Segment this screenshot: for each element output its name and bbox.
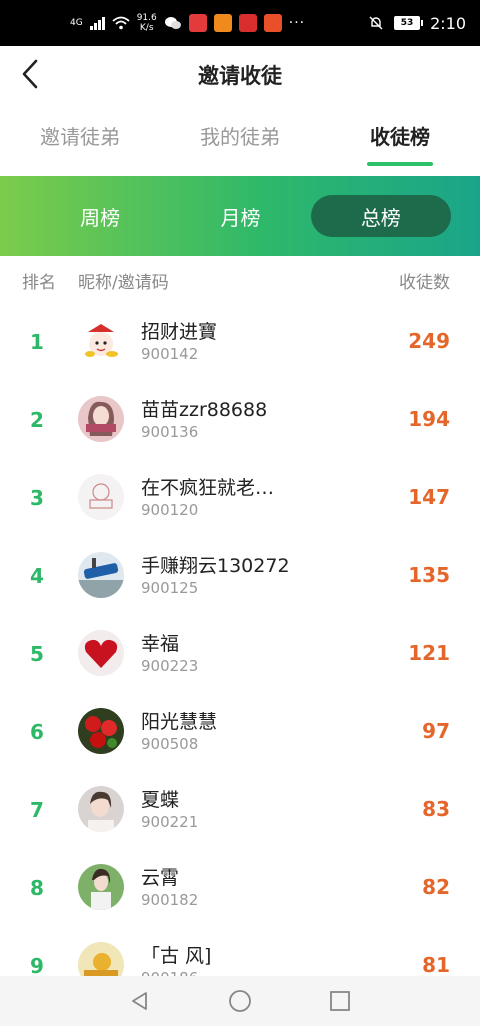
invite-code: 900221 xyxy=(141,813,199,831)
wechat-icon xyxy=(164,17,181,29)
nickname: 在不疯狂就老… xyxy=(141,477,275,499)
square-recent-icon xyxy=(330,991,350,1011)
period-switch: 周榜 月榜 总榜 xyxy=(0,176,480,256)
list-item[interactable]: 2 苗苗zzr88688 900136 194 xyxy=(0,380,480,458)
status-left: 4G 91.6 K/s ··· xyxy=(70,13,305,33)
nav-back-button[interactable] xyxy=(90,976,190,1026)
triangle-back-icon xyxy=(132,992,147,1010)
network-speed: 91.6 K/s xyxy=(137,13,157,33)
rank-number: 1 xyxy=(30,330,44,354)
chevron-left-icon xyxy=(22,59,38,89)
nickname: 苗苗zzr88688 xyxy=(141,399,268,421)
list-item[interactable]: 4 手赚翔云130272 900125 135 xyxy=(0,536,480,614)
invite-code: 900223 xyxy=(141,657,199,675)
list-item[interactable]: 6 阳光慧慧 900508 97 xyxy=(0,692,480,770)
tab-bar: 邀请徒弟 我的徒弟 收徒榜 xyxy=(0,104,480,166)
column-count: 收徒数 xyxy=(399,272,450,293)
invite-code: 900120 xyxy=(141,501,199,519)
period-weekly-button[interactable]: 周榜 xyxy=(30,195,170,237)
battery-icon: 53 xyxy=(394,16,424,30)
system-nav-bar xyxy=(0,976,480,1026)
app-notification-icon xyxy=(238,14,257,32)
mute-bell-icon xyxy=(369,16,383,30)
invite-code: 900186 xyxy=(141,969,198,976)
nickname: 「古 风] xyxy=(141,945,212,967)
nickname: 手赚翔云130272 xyxy=(141,555,290,577)
app-notification-icon xyxy=(213,14,232,32)
invite-code: 900136 xyxy=(141,423,199,441)
rank-number: 3 xyxy=(30,486,44,510)
apprentice-count: 97 xyxy=(422,719,450,743)
avatar xyxy=(78,396,124,442)
nickname: 云霄 xyxy=(141,867,180,889)
apprentice-count: 81 xyxy=(422,953,450,976)
avatar xyxy=(78,318,124,364)
column-rank: 排名 xyxy=(22,272,56,293)
speed-value: 91.6 xyxy=(136,13,157,23)
rank-number: 8 xyxy=(30,876,44,900)
rank-number: 5 xyxy=(30,642,44,666)
tab-leaderboard[interactable]: 收徒榜 xyxy=(320,104,480,166)
nickname: 招财进寶 xyxy=(141,321,218,343)
circle-home-icon xyxy=(229,990,251,1012)
rank-number: 4 xyxy=(30,564,44,588)
apprentice-count: 194 xyxy=(408,407,450,431)
status-bar: 4G 91.6 K/s ··· 53 2:10 xyxy=(0,0,480,46)
leaderboard-list: 1 招财进寶 900142 249 2 苗苗zzr88688 900136 19… xyxy=(0,302,480,976)
rank-number: 7 xyxy=(30,798,44,822)
invite-code: 900182 xyxy=(141,891,199,909)
avatar xyxy=(78,474,124,520)
signal-icon xyxy=(89,16,105,30)
app-notification-icon xyxy=(188,14,207,32)
status-right: 53 2:10 xyxy=(368,14,466,33)
list-item[interactable]: 8 云霄 900182 82 xyxy=(0,848,480,926)
more-notifications: ··· xyxy=(288,15,306,31)
avatar xyxy=(78,864,124,910)
list-item[interactable]: 9 「古 风] 900186 81 xyxy=(0,926,480,976)
avatar xyxy=(78,552,124,598)
rank-number: 9 xyxy=(30,954,44,976)
list-item[interactable]: 3 在不疯狂就老… 900120 147 xyxy=(0,458,480,536)
apprentice-count: 82 xyxy=(422,875,450,899)
apprentice-count: 121 xyxy=(408,641,450,665)
avatar xyxy=(78,630,124,676)
back-button[interactable] xyxy=(10,54,50,94)
signal-type: 4G xyxy=(70,17,83,28)
battery-level: 53 xyxy=(400,18,414,28)
tab-invite-apprentice[interactable]: 邀请徒弟 xyxy=(0,104,160,166)
apprentice-count: 249 xyxy=(408,329,450,353)
nickname: 夏蝶 xyxy=(141,789,180,811)
avatar xyxy=(78,942,124,976)
column-headers: 排名 昵称/邀请码 收徒数 xyxy=(0,262,480,298)
avatar xyxy=(78,786,124,832)
tab-my-apprentices[interactable]: 我的徒弟 xyxy=(160,104,320,166)
invite-code: 900142 xyxy=(141,345,199,363)
apprentice-count: 83 xyxy=(422,797,450,821)
apprentice-count: 147 xyxy=(408,485,450,509)
list-item[interactable]: 5 幸福 900223 121 xyxy=(0,614,480,692)
nickname: 阳光慧慧 xyxy=(141,711,218,733)
nav-home-button[interactable] xyxy=(190,976,290,1026)
column-name: 昵称/邀请码 xyxy=(78,272,169,293)
rank-number: 2 xyxy=(30,408,44,432)
invite-code: 900125 xyxy=(141,579,199,597)
app-header: 邀请收徒 xyxy=(0,46,480,104)
avatar xyxy=(78,708,124,754)
wifi-icon xyxy=(112,16,130,30)
app-notification-icon xyxy=(263,14,282,32)
apprentice-count: 135 xyxy=(408,563,450,587)
list-item[interactable]: 7 夏蝶 900221 83 xyxy=(0,770,480,848)
clock: 2:10 xyxy=(430,13,466,33)
speed-unit: K/s xyxy=(139,23,154,33)
period-total-button[interactable]: 总榜 xyxy=(310,195,451,237)
list-item[interactable]: 1 招财进寶 900142 249 xyxy=(0,302,480,380)
invite-code: 900508 xyxy=(141,735,199,753)
period-monthly-button[interactable]: 月榜 xyxy=(170,195,310,237)
rank-number: 6 xyxy=(30,720,44,744)
page-title: 邀请收徒 xyxy=(198,64,282,88)
nickname: 幸福 xyxy=(141,633,180,655)
nav-recent-button[interactable] xyxy=(290,976,390,1026)
